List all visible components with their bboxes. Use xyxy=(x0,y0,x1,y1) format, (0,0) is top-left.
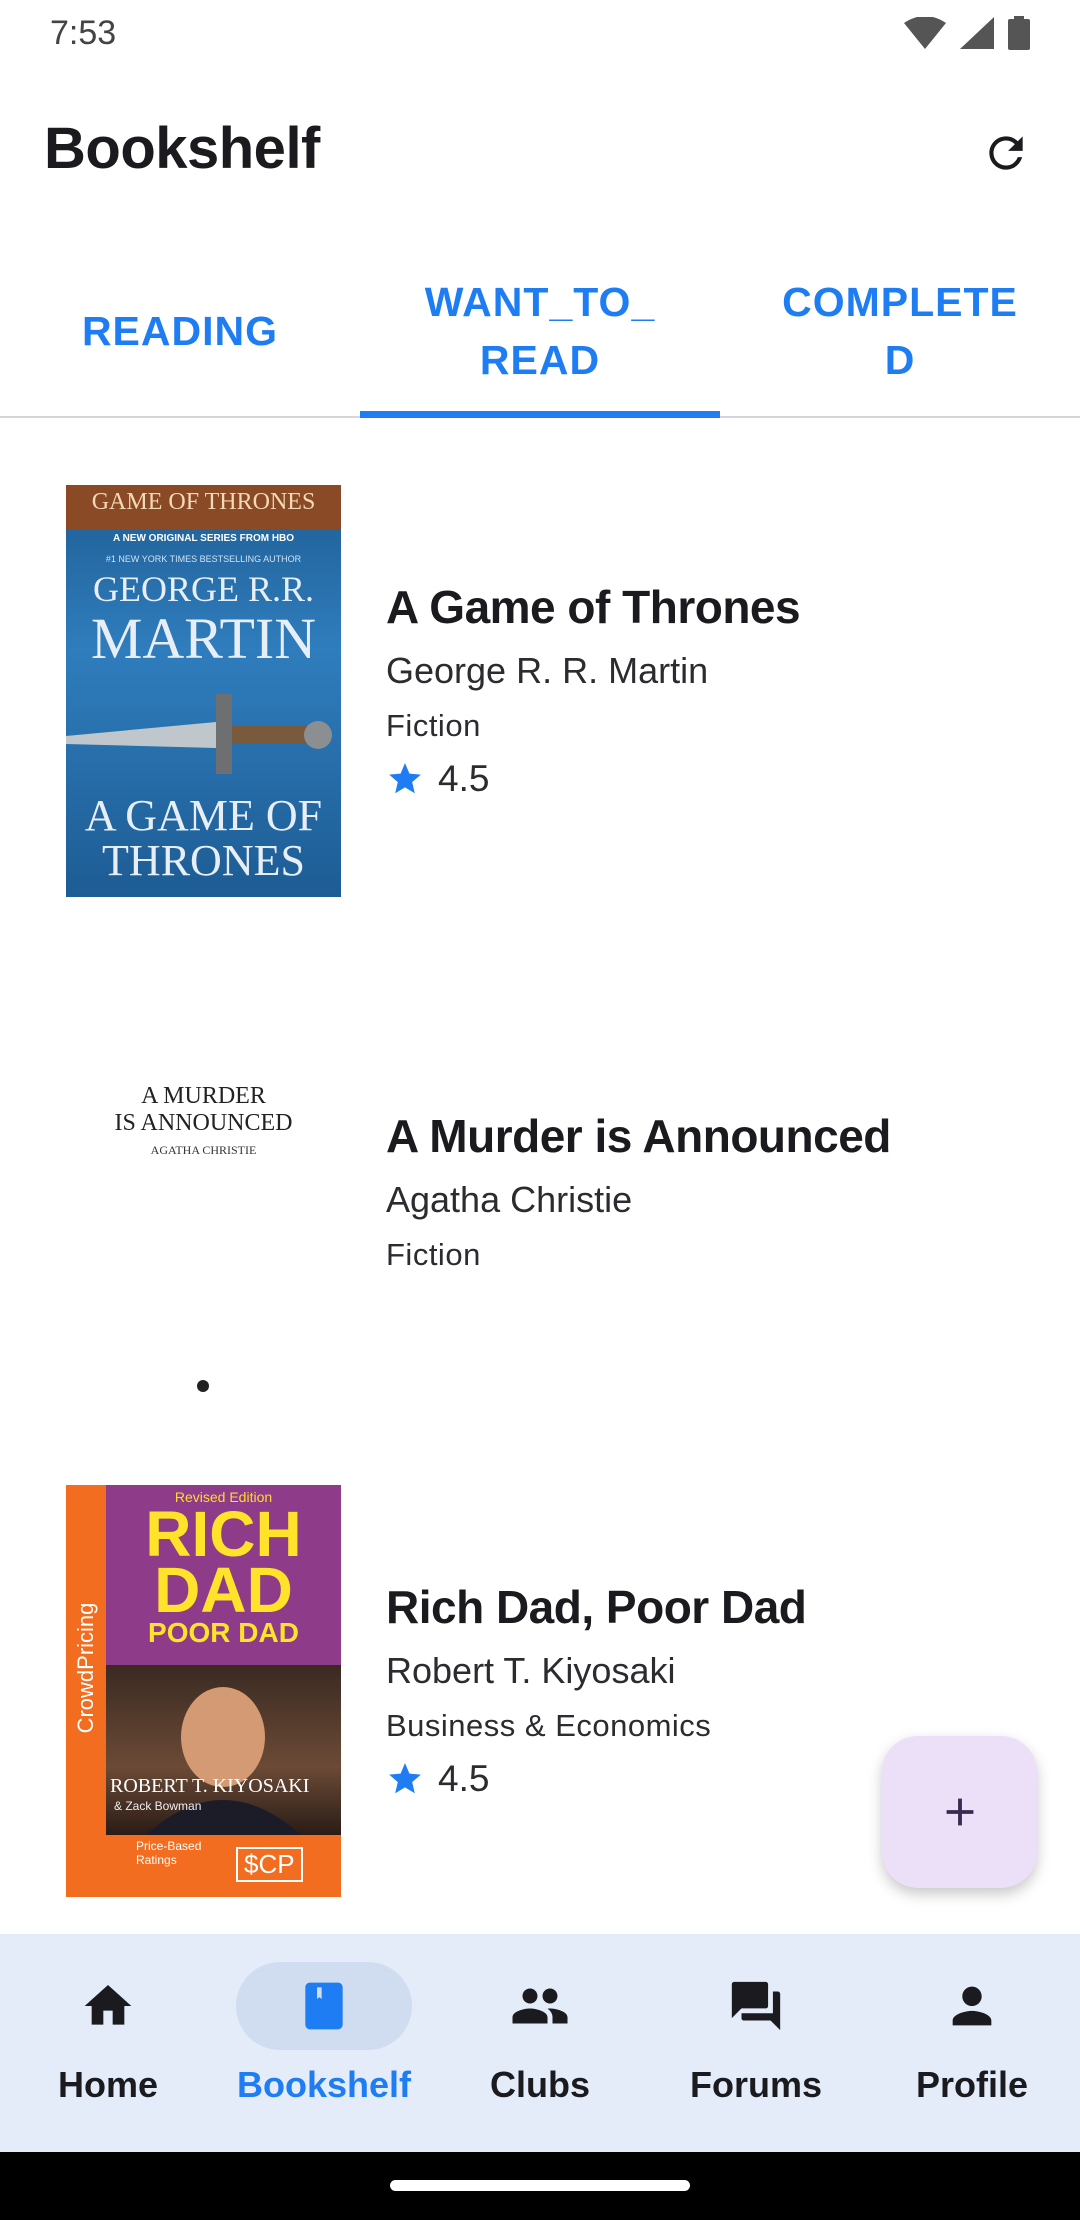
battery-icon xyxy=(1008,16,1030,50)
cover-tagline: A NEW ORIGINAL SERIES FROM HBO xyxy=(112,533,295,544)
cover-side-text: CrowdPricing xyxy=(73,1602,98,1734)
book-info: A Game of Thrones George R. R. Martin Fi… xyxy=(386,580,801,800)
cover-title-line1: A GAME OF xyxy=(84,791,323,840)
tab-label: WANT_TO_READ xyxy=(424,278,656,383)
nav-item-bookshelf[interactable]: Bookshelf xyxy=(216,1934,432,2152)
book-list-item[interactable]: GAME OF THRONES A NEW ORIGINAL SERIES FR… xyxy=(0,420,1080,920)
cover-word2: DAD xyxy=(154,1554,293,1626)
star-icon xyxy=(389,763,421,794)
cover-author-name: ROBERT T. KIYOSAKI xyxy=(110,1775,310,1797)
book-category: Business & Economics xyxy=(386,1708,712,1743)
page-title: Bookshelf xyxy=(44,116,320,181)
book-category: Fiction xyxy=(386,708,481,743)
cell-signal-icon xyxy=(960,17,994,49)
bookmark-icon xyxy=(305,1982,343,2030)
nav-label: Bookshelf xyxy=(236,2064,412,2105)
status-icons xyxy=(904,16,1030,50)
book-cover-image: A MURDER IS ANNOUNCED AGATHA CHRISTIE xyxy=(66,985,341,1397)
book-title: Rich Dad, Poor Dad xyxy=(386,1581,807,1633)
status-time: 7:53 xyxy=(50,14,117,52)
nav-icon-container xyxy=(452,1962,628,2050)
bottom-navigation: Home Bookshelf Clubs Forums Profile xyxy=(0,1934,1080,2152)
refresh-button[interactable] xyxy=(974,121,1038,185)
book-author: Robert T. Kiyosaki xyxy=(386,1650,676,1691)
book-author: George R. R. Martin xyxy=(386,650,709,691)
cover-author: AGATHA CHRISTIE xyxy=(150,1143,257,1157)
tab-completed[interactable]: COMPLETED xyxy=(720,245,1080,416)
cover-badge: Price-Based Ratings xyxy=(136,1839,202,1867)
book-cover-image: GAME OF THRONES A NEW ORIGINAL SERIES FR… xyxy=(66,485,341,897)
add-book-button[interactable] xyxy=(882,1736,1037,1888)
nav-icon-container xyxy=(236,1962,412,2050)
cover-logo: $CP xyxy=(236,1847,303,1882)
home-icon xyxy=(84,1985,132,2025)
app-bar: Bookshelf xyxy=(0,95,1080,211)
nav-item-profile[interactable]: Profile xyxy=(864,1934,1080,2152)
cover-author-line1: GEORGE R.R. xyxy=(92,569,314,609)
group-icon xyxy=(512,1988,568,2024)
cover-author-line2: MARTIN xyxy=(90,606,317,671)
book-rating: 4.5 xyxy=(386,1758,806,1800)
sword-illustration xyxy=(66,694,332,774)
book-title: A Game of Thrones xyxy=(386,581,801,633)
tab-label: READING xyxy=(81,307,279,354)
cover-series: GAME OF THRONES xyxy=(66,485,341,529)
nav-icon-container xyxy=(20,1962,196,2050)
star-icon xyxy=(389,1763,421,1794)
tab-want-to-read[interactable]: WANT_TO_READ xyxy=(360,245,720,418)
book-rating: 4.5 xyxy=(386,758,800,800)
nav-label: Forums xyxy=(689,2064,822,2105)
nav-label: Clubs xyxy=(489,2064,590,2105)
nav-icon-container xyxy=(668,1962,844,2050)
plus-icon xyxy=(946,1798,973,1826)
book-category: Fiction xyxy=(386,1237,481,1272)
system-gesture-bar xyxy=(0,2152,1080,2220)
cover-subtag: #1 NEW YORK TIMES BESTSELLING AUTHOR xyxy=(105,554,302,564)
cover-title-line2: IS ANNOUNCED xyxy=(114,1110,293,1136)
nav-icon-container xyxy=(884,1962,1060,2050)
forum-icon xyxy=(731,1981,781,2031)
tab-bar: READING WANT_TO_READ COMPLETED xyxy=(0,245,1080,418)
home-gesture-handle[interactable] xyxy=(390,2180,690,2191)
tab-reading[interactable]: READING xyxy=(0,245,360,416)
book-cover-image: Revised Edition RICH DAD POOR DAD ROBERT… xyxy=(66,1485,341,1897)
nav-label: Profile xyxy=(915,2064,1029,2105)
nav-item-home[interactable]: Home xyxy=(0,1934,216,2152)
person-icon xyxy=(952,1986,992,2026)
rating-value: 4.5 xyxy=(438,758,490,799)
cover-title-line2: THRONES xyxy=(102,836,305,885)
nav-label: Home xyxy=(57,2064,159,2105)
rating-value: 4.5 xyxy=(438,1758,490,1799)
book-author: Agatha Christie xyxy=(386,1179,633,1220)
nav-item-forums[interactable]: Forums xyxy=(648,1934,864,2152)
cover-word3: POOR DAD xyxy=(148,1617,299,1648)
tab-label: COMPLETED xyxy=(782,278,1018,383)
wifi-icon xyxy=(904,17,946,49)
refresh-icon xyxy=(989,136,1023,170)
status-bar: 7:53 xyxy=(0,0,1080,70)
tab-indicator xyxy=(360,411,720,418)
book-info: Rich Dad, Poor Dad Robert T. Kiyosaki Bu… xyxy=(386,1580,807,1800)
cover-coauthor: & Zack Bowman xyxy=(114,1799,202,1813)
book-title: A Murder is Announced xyxy=(386,1110,891,1162)
book-info: A Murder is Announced Agatha Christie Fi… xyxy=(386,1109,891,1273)
cover-title-line1: A MURDER xyxy=(141,1083,266,1109)
book-list-item[interactable]: A MURDER IS ANNOUNCED AGATHA CHRISTIE A … xyxy=(0,920,1080,1420)
nav-item-clubs[interactable]: Clubs xyxy=(432,1934,648,2152)
publisher-logo xyxy=(197,1380,209,1392)
